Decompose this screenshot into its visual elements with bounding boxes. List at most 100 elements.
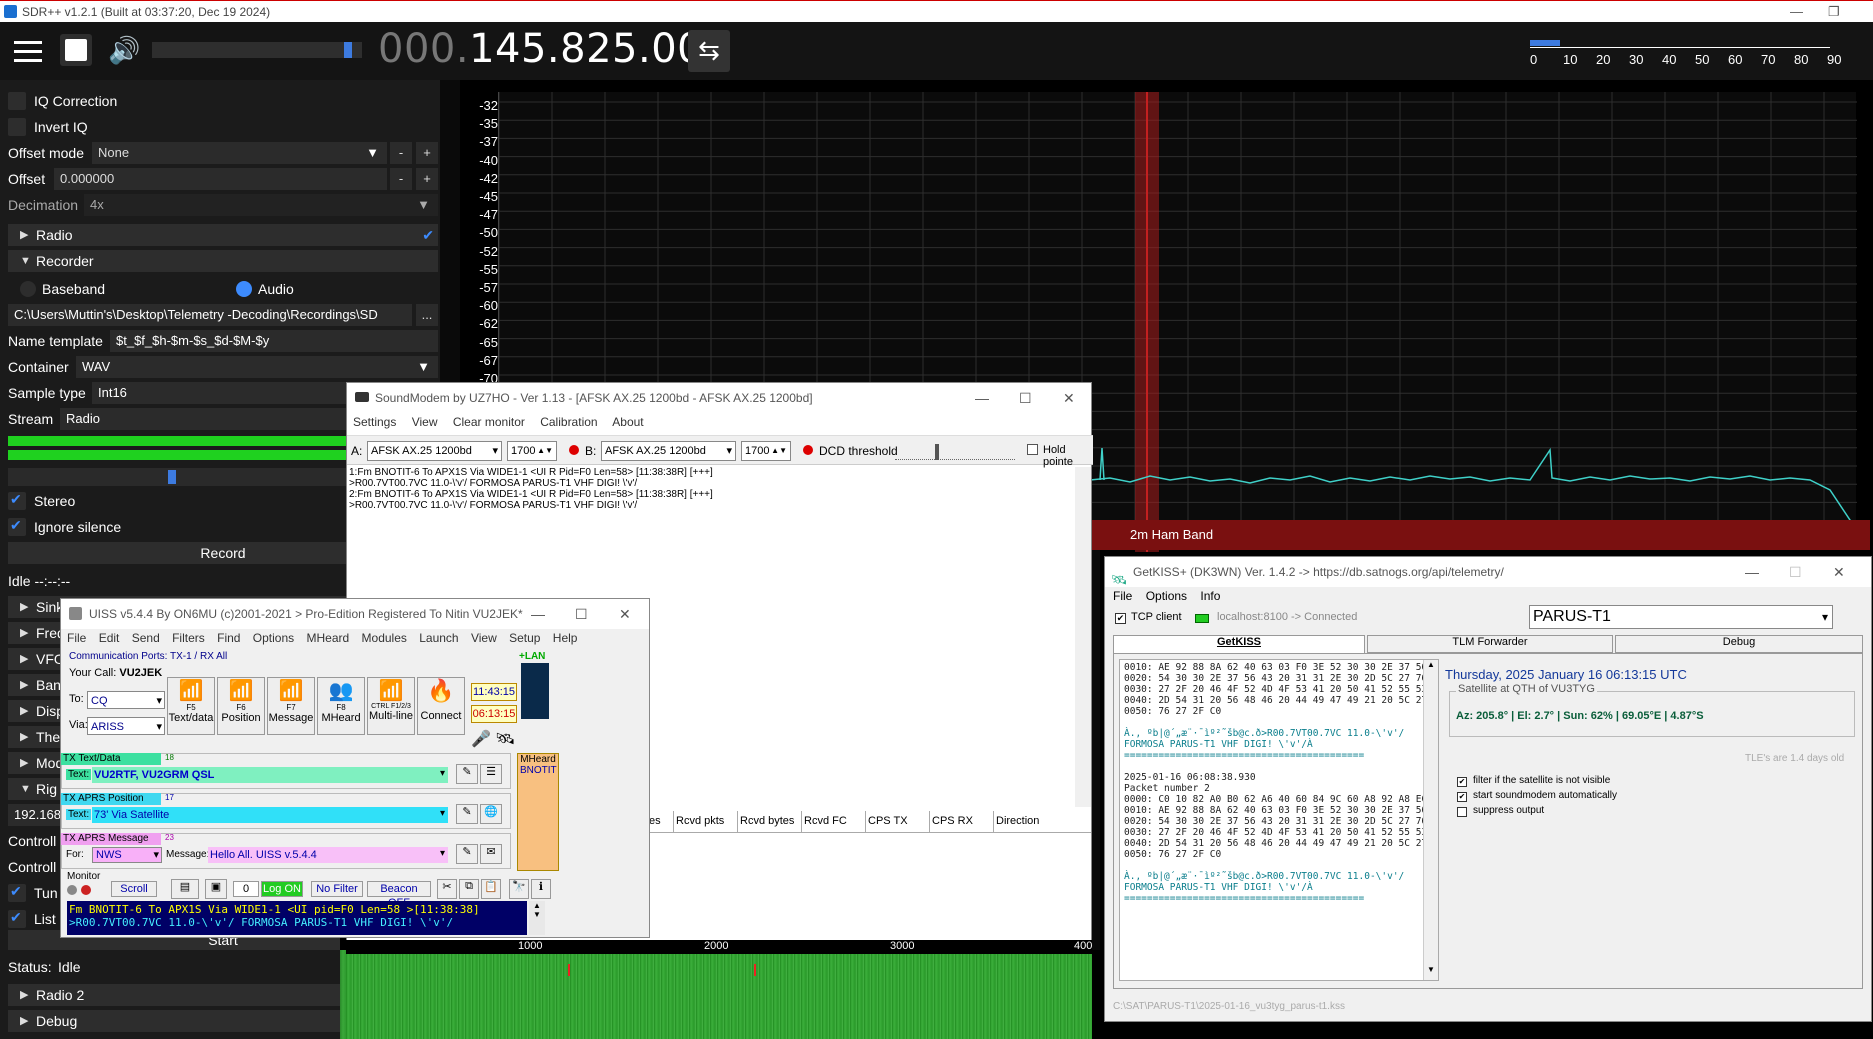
via-select[interactable]: ARISS ▾: [87, 717, 165, 735]
hold-pointer-checkbox[interactable]: [1027, 444, 1038, 455]
modem-a-freq[interactable]: 1700 ▲▼: [507, 441, 557, 461]
for-select[interactable]: NWS ▾: [92, 847, 162, 863]
spinner-icon[interactable]: ▲▼: [771, 442, 787, 460]
minimize-icon[interactable]: —: [531, 599, 545, 629]
frequency-prefix[interactable]: 000.: [378, 26, 469, 72]
scissors-icon[interactable]: ✂: [437, 879, 457, 899]
col-header[interactable]: Direction: [993, 811, 1041, 833]
menu-icon[interactable]: [10, 30, 46, 72]
satellite-icon[interactable]: 🛰: [495, 729, 517, 751]
maximize-icon[interactable]: ☐: [1789, 557, 1802, 587]
menu-options[interactable]: Options: [253, 631, 294, 645]
tuning-checkbox[interactable]: [8, 883, 26, 902]
message-input[interactable]: Hello All. UISS v.5.4.4: [208, 847, 448, 863]
menu-view[interactable]: View: [471, 631, 497, 645]
beacon-off-button[interactable]: Beacon OFF: [367, 881, 431, 909]
browse-button[interactable]: ...: [416, 304, 438, 326]
copy-icon[interactable]: ⧉: [459, 879, 479, 899]
menu-file[interactable]: File: [1113, 589, 1132, 603]
spinner-icon[interactable]: ▲▼: [537, 442, 553, 460]
maximize-icon[interactable]: ☐: [1019, 383, 1032, 413]
invert-iq-checkbox[interactable]: [8, 118, 26, 136]
autostart-checkbox[interactable]: ✔: [1457, 792, 1467, 802]
offset-mode-select[interactable]: None ▼: [92, 142, 387, 164]
recorder-section-header[interactable]: ▼ Recorder: [8, 250, 438, 272]
bar-chart-icon[interactable]: ▤: [171, 879, 199, 899]
connect-button[interactable]: 🔥 Connect: [417, 677, 465, 735]
paste-icon[interactable]: 📋: [481, 879, 501, 899]
volume-slider[interactable]: [152, 42, 362, 58]
soundmodem-log-scrollbar[interactable]: [1075, 467, 1091, 807]
satellite-select[interactable]: PARUS-T1 ▾: [1529, 605, 1833, 629]
menu-filters[interactable]: Filters: [172, 631, 205, 645]
menu-launch[interactable]: Launch: [419, 631, 458, 645]
no-filter-button[interactable]: No Filter: [311, 881, 363, 897]
close-icon[interactable]: ✕: [1063, 383, 1075, 413]
window-icon[interactable]: ▣: [205, 879, 227, 899]
modem-b-select[interactable]: AFSK AX.25 1200bd ▾: [601, 441, 736, 461]
menu-file[interactable]: File: [67, 631, 86, 645]
maximize-icon[interactable]: ☐: [575, 599, 588, 629]
mheard-button[interactable]: 👥 F8 MHeard: [317, 677, 365, 735]
info-icon[interactable]: ℹ: [531, 879, 551, 899]
tcp-client-checkbox[interactable]: ✔: [1115, 613, 1126, 624]
scroll-button[interactable]: Scroll: [111, 881, 157, 897]
decimation-select[interactable]: 4x ▼: [84, 194, 438, 216]
tab-debug[interactable]: Debug: [1615, 635, 1863, 653]
minimize-icon[interactable]: —: [1745, 557, 1759, 587]
close-icon[interactable]: ✕: [619, 599, 631, 629]
stop-button[interactable]: [60, 34, 92, 66]
name-template-input[interactable]: $t_$f_$h-$m-$s_$d-$M-$y: [110, 330, 438, 352]
minimize-icon[interactable]: —: [975, 383, 989, 413]
container-select[interactable]: WAV ▼: [76, 356, 438, 378]
position-button[interactable]: 📶 F6 Position: [217, 677, 265, 735]
mheard-panel[interactable]: MHeard BNOTIT: [517, 753, 559, 871]
modem-b-freq[interactable]: 1700 ▲▼: [741, 441, 791, 461]
menu-options[interactable]: Options: [1146, 589, 1187, 603]
menu-clear-monitor[interactable]: Clear monitor: [453, 415, 525, 429]
menu-calibration[interactable]: Calibration: [540, 415, 597, 429]
microphone-icon[interactable]: 🎤: [471, 729, 493, 751]
menu-modules[interactable]: Modules: [362, 631, 407, 645]
globe-icon[interactable]: 🌐: [480, 804, 502, 824]
col-header[interactable]: Rcvd bytes: [737, 811, 796, 833]
band-plan-label[interactable]: 2m Ham Band: [990, 520, 1870, 550]
filter-checkbox[interactable]: ✔: [1457, 777, 1467, 787]
audio-radio[interactable]: [236, 281, 252, 297]
list-icon[interactable]: ☰: [480, 764, 502, 784]
soundmodem-waterfall[interactable]: [346, 954, 1092, 1039]
multi-line-button[interactable]: 📶 CTRL F1/2/3 Multi-line: [367, 677, 415, 735]
modem-a-select[interactable]: AFSK AX.25 1200bd ▾: [367, 441, 502, 461]
col-header[interactable]: CPS TX: [865, 811, 910, 833]
chevron-down-icon[interactable]: ▾: [440, 808, 445, 819]
chevron-down-icon[interactable]: ▾: [440, 768, 445, 779]
message-button[interactable]: 📶 F7 Message: [267, 677, 315, 735]
radio-section-header[interactable]: ▶ Radio ✔: [8, 224, 438, 246]
menu-about[interactable]: About: [612, 415, 643, 429]
offset-plus-button[interactable]: +: [416, 142, 438, 164]
menu-find[interactable]: Find: [217, 631, 240, 645]
col-header[interactable]: Rcvd FC: [801, 811, 849, 833]
swap-icon[interactable]: ⇆: [688, 30, 730, 72]
offset-value-minus-button[interactable]: -: [390, 168, 412, 190]
listen-checkbox[interactable]: [8, 909, 26, 928]
offset-minus-button[interactable]: -: [390, 142, 412, 164]
text-data-button[interactable]: 📶 F5 Text/data: [167, 677, 215, 735]
log-on-button[interactable]: Log ON: [261, 881, 303, 897]
tx-position-input[interactable]: 73' Via Satellite: [92, 807, 448, 823]
monitor-scrollbar[interactable]: ▲ ▼: [529, 901, 545, 935]
baseband-radio[interactable]: [20, 281, 36, 297]
edit-icon[interactable]: ✎: [456, 804, 478, 824]
stereo-checkbox[interactable]: [8, 491, 26, 510]
iq-correction-checkbox[interactable]: [8, 92, 26, 110]
col-header[interactable]: CPS RX: [929, 811, 975, 833]
mheard-item[interactable]: BNOTIT: [518, 765, 558, 776]
suppress-output-checkbox[interactable]: [1457, 807, 1467, 817]
edit-icon[interactable]: ✎: [456, 764, 478, 784]
offset-value-plus-button[interactable]: +: [416, 168, 438, 190]
tx-text-input[interactable]: VU2RTF, VU2GRM QSL: [92, 767, 448, 783]
minimize-icon[interactable]: —: [1790, 1, 1803, 23]
binoculars-icon[interactable]: 🔭: [509, 879, 529, 899]
frequency-display[interactable]: 000.145.825.000: [378, 26, 729, 72]
monitor-output[interactable]: Fm BNOTIT-6 To APX1S Via WIDE1-1 <UI pid…: [67, 901, 527, 935]
